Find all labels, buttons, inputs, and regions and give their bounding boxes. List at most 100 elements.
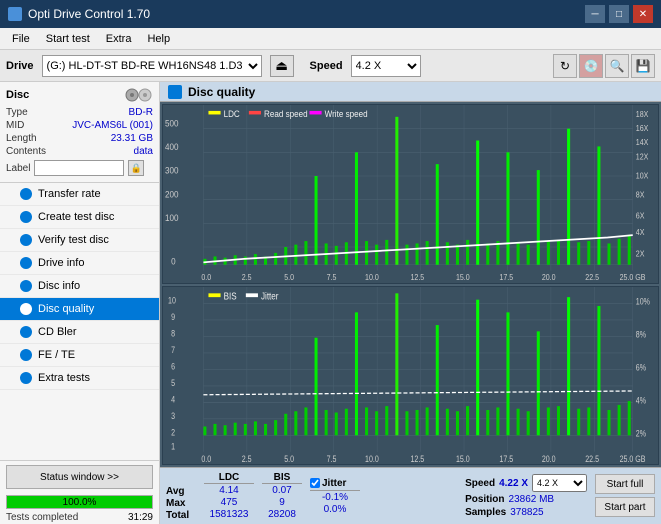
sidebar-item-drive-info[interactable]: Drive info (0, 252, 159, 275)
disc-icons (125, 88, 153, 102)
disc-header: Disc (6, 88, 153, 102)
svg-text:100: 100 (165, 212, 179, 223)
svg-text:12X: 12X (636, 152, 649, 162)
eject-button[interactable]: ⏏ (270, 55, 294, 77)
start-part-button[interactable]: Start part (595, 497, 655, 517)
position-label: Position (465, 494, 504, 505)
sidebar-item-label: Extra tests (38, 372, 90, 384)
main-layout: Disc Type BD-R MID JVC-AMS6L (001) Lengt… (0, 82, 661, 524)
sidebar-item-fe-te[interactable]: FE / TE (0, 344, 159, 367)
svg-text:500: 500 (165, 118, 179, 129)
sidebar-item-disc-quality[interactable]: Disc quality (0, 298, 159, 321)
nav-icon-disc-quality (20, 303, 32, 315)
sidebar-item-extra-tests[interactable]: Extra tests (0, 367, 159, 390)
svg-text:25.0 GB: 25.0 GB (620, 454, 646, 464)
nav-icon-create-test (20, 211, 32, 223)
position-val: 23862 MB (509, 494, 555, 505)
menu-help[interactable]: Help (139, 31, 178, 47)
disc-panel: Disc Type BD-R MID JVC-AMS6L (001) Lengt… (0, 82, 159, 183)
svg-text:Jitter: Jitter (261, 290, 278, 301)
col-ldc-max: 475 (204, 497, 254, 508)
nav-icon-drive-info (20, 257, 32, 269)
svg-text:22.5: 22.5 (585, 454, 599, 464)
svg-text:Read speed: Read speed (264, 108, 308, 119)
chart-bis: BIS Jitter 10 9 8 7 6 5 4 3 2 1 (162, 286, 659, 466)
sidebar-item-transfer-rate[interactable]: Transfer rate (0, 183, 159, 206)
speed-label: Speed (310, 60, 343, 72)
menu-file[interactable]: File (4, 31, 38, 47)
disc-length-value: 23.31 GB (111, 133, 153, 144)
svg-text:22.5: 22.5 (585, 273, 599, 283)
svg-text:7: 7 (171, 345, 175, 355)
svg-text:LDC: LDC (224, 108, 241, 119)
sidebar-item-label: Disc info (38, 280, 80, 292)
svg-text:10.0: 10.0 (365, 273, 379, 283)
svg-text:16X: 16X (636, 124, 649, 134)
svg-text:5.0: 5.0 (284, 273, 294, 283)
speed-select[interactable]: 4.2 X (351, 55, 421, 77)
menu-extra[interactable]: Extra (98, 31, 140, 47)
drive-label: Drive (6, 60, 34, 72)
svg-text:15.0: 15.0 (456, 273, 470, 283)
verify-icon[interactable]: 🔍 (605, 54, 629, 78)
svg-text:4%: 4% (636, 395, 646, 405)
minimize-button[interactable]: ─ (585, 5, 605, 23)
label-input[interactable] (34, 160, 124, 176)
svg-text:300: 300 (165, 165, 179, 176)
col-bis-max: 9 (262, 497, 302, 508)
label-button[interactable]: 🔒 (128, 160, 144, 176)
sidebar-item-label: Transfer rate (38, 188, 101, 200)
svg-text:10.0: 10.0 (365, 454, 379, 464)
col-ldc-avg: 4.14 (204, 485, 254, 496)
refresh-icon[interactable]: ↻ (553, 54, 577, 78)
svg-text:5: 5 (171, 378, 175, 388)
sidebar-item-cd-bler[interactable]: CD Bler (0, 321, 159, 344)
sidebar-item-label: Drive info (38, 257, 84, 269)
sidebar-item-verify-test-disc[interactable]: Verify test disc (0, 229, 159, 252)
chart-bis-svg: BIS Jitter 10 9 8 7 6 5 4 3 2 1 (163, 287, 658, 465)
burn-icon[interactable]: 💿 (579, 54, 603, 78)
svg-text:8X: 8X (636, 190, 645, 200)
position-row: Position 23862 MB (465, 494, 587, 505)
sidebar-bottom: Status window >> 100.0% Tests completed … (0, 460, 159, 524)
maximize-button[interactable]: □ (609, 5, 629, 23)
disc-type-value: BD-R (129, 107, 153, 118)
status-window-button[interactable]: Status window >> (6, 465, 153, 489)
col-jitter-max: 0.0% (310, 504, 360, 515)
close-button[interactable]: ✕ (633, 5, 653, 23)
svg-text:18X: 18X (636, 109, 649, 119)
disc-contents-value: data (134, 146, 153, 157)
start-full-button[interactable]: Start full (595, 474, 655, 494)
svg-text:12.5: 12.5 (411, 454, 425, 464)
sidebar-item-label: CD Bler (38, 326, 77, 338)
disc-mid-label: MID (6, 120, 24, 131)
speed-row: Speed 4.22 X 4.2 X (465, 474, 587, 492)
sidebar-item-label: Disc quality (38, 303, 94, 315)
disc-contents-row: Contents data (6, 145, 153, 158)
titlebar-title: Opti Drive Control 1.70 (8, 7, 150, 21)
svg-text:6X: 6X (636, 211, 645, 221)
drivebar: Drive (G:) HL-DT-ST BD-RE WH16NS48 1.D3 … (0, 50, 661, 82)
svg-text:25.0 GB: 25.0 GB (620, 273, 646, 283)
svg-text:20.0: 20.0 (542, 454, 556, 464)
drive-select[interactable]: (G:) HL-DT-ST BD-RE WH16NS48 1.D3 (42, 55, 262, 77)
nav-icon-fe-te (20, 349, 32, 361)
sidebar-item-label: Create test disc (38, 211, 114, 223)
svg-text:15.0: 15.0 (456, 454, 470, 464)
content-title: Disc quality (188, 85, 255, 99)
jitter-checkbox[interactable] (310, 478, 320, 488)
speed-stat-select[interactable]: 4.2 X (532, 474, 587, 492)
nav-icon-cd-bler (20, 326, 32, 338)
stats-table: Avg Max Total LDC 4.14 475 1581323 BIS 0… (160, 467, 661, 524)
charts-area: LDC Read speed Write speed 500 400 300 2… (160, 102, 661, 467)
sidebar-item-create-test-disc[interactable]: Create test disc (0, 206, 159, 229)
menu-start-test[interactable]: Start test (38, 31, 98, 47)
svg-text:9: 9 (171, 312, 175, 322)
sidebar-item-label: Verify test disc (38, 234, 109, 246)
svg-text:10X: 10X (636, 171, 649, 181)
save-icon[interactable]: 💾 (631, 54, 655, 78)
progress-bar-container: 100.0% (6, 495, 153, 509)
samples-label: Samples (465, 507, 506, 518)
svg-text:4X: 4X (636, 228, 645, 238)
sidebar-item-disc-info[interactable]: Disc info (0, 275, 159, 298)
